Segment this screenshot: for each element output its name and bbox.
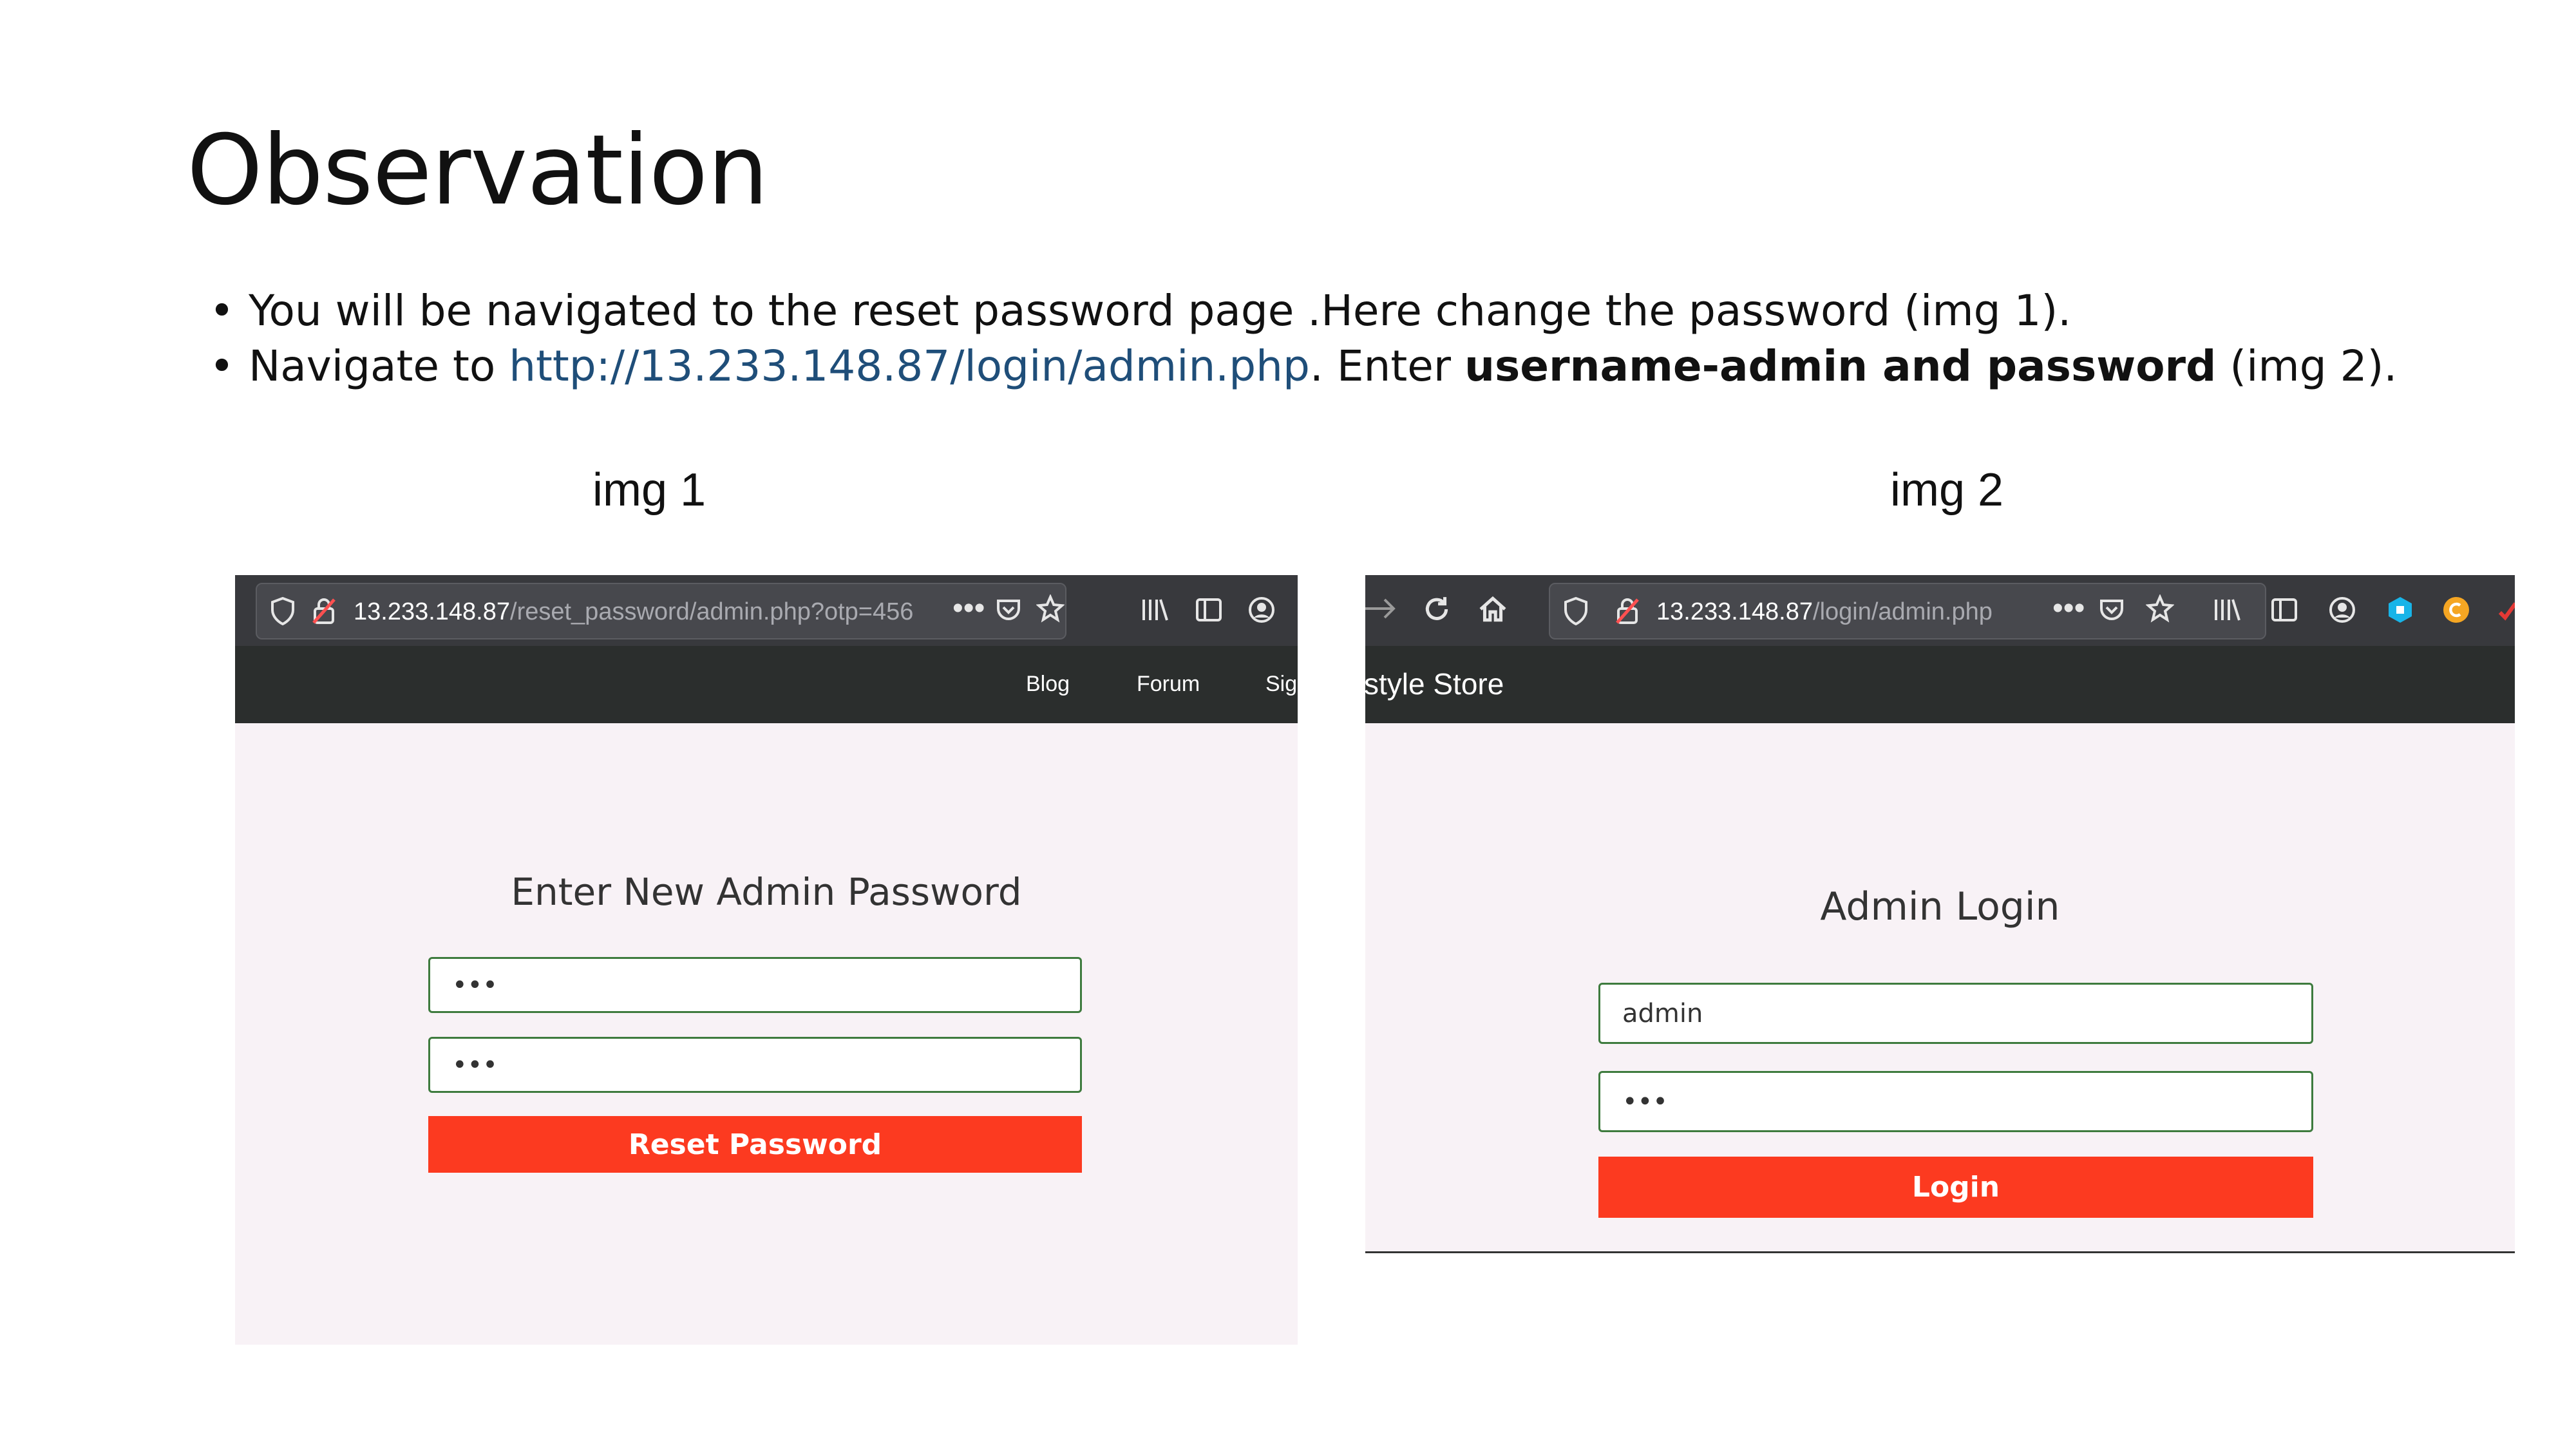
bullet-2-suffix: (img 2). (2216, 341, 2398, 391)
login-button[interactable]: Login (1598, 1157, 2313, 1218)
account-icon[interactable] (1247, 596, 1276, 629)
reload-icon[interactable] (1422, 594, 1452, 629)
more-icon[interactable]: ••• (952, 593, 985, 624)
bullet-item-2: Navigate to http://13.233.148.87/login/a… (209, 339, 2528, 394)
screenshot-img-1: 13.233.148.87/reset_password/admin.php?o… (235, 575, 1298, 1345)
library-icon[interactable] (1140, 596, 1170, 629)
confirm-password-input[interactable]: ••• (428, 1037, 1082, 1093)
extension-red-icon[interactable] (2497, 597, 2515, 630)
url-text: 13.233.148.87/reset_password/admin.php?o… (354, 598, 913, 626)
library-icon[interactable] (2212, 596, 2242, 629)
bullet-2-prefix: Navigate to (248, 341, 509, 391)
reset-password-button[interactable]: Reset Password (428, 1116, 1082, 1173)
address-bar[interactable]: 13.233.148.87/reset_password/admin.php?o… (256, 583, 1066, 639)
site-navbar: style Store (1365, 646, 2515, 723)
admin-login-link[interactable]: http://13.233.148.87/login/admin.php (509, 341, 1310, 391)
pocket-icon[interactable] (2098, 596, 2126, 629)
star-icon[interactable] (2145, 593, 2175, 627)
screenshot-img-2: 13.233.148.87/login/admin.php ••• style … (1365, 575, 2515, 1253)
caption-img-1: img 1 (592, 464, 706, 516)
browser-toolbar: 13.233.148.87/reset_password/admin.php?o… (235, 575, 1298, 647)
password-input[interactable]: ••• (1598, 1071, 2313, 1132)
slide-title: Observation (187, 115, 768, 227)
username-input[interactable]: admin (1598, 983, 2313, 1044)
bullet-1-text: You will be navigated to the reset passw… (248, 286, 2072, 336)
caption-img-2: img 2 (1890, 464, 2004, 516)
sidebar-icon[interactable] (2270, 596, 2298, 629)
bullet-list: You will be navigated to the reset passw… (209, 283, 2528, 394)
extension-orange-icon[interactable] (2442, 596, 2470, 629)
browser-toolbar: 13.233.148.87/login/admin.php ••• (1365, 575, 2515, 647)
url-text: 13.233.148.87/login/admin.php (1656, 598, 1993, 626)
account-icon[interactable] (2328, 596, 2356, 629)
more-icon[interactable]: ••• (2052, 593, 2085, 624)
nav-link-signin[interactable]: Sig (1265, 672, 1297, 697)
home-icon[interactable] (1478, 594, 1508, 629)
page-content: Enter New Admin Password ••• ••• Reset P… (235, 723, 1298, 1345)
form-heading: Admin Login (1820, 884, 2060, 929)
url-path: /login/admin.php (1813, 598, 1993, 625)
bullet-2-mid: . Enter (1309, 341, 1464, 391)
pocket-icon[interactable] (994, 596, 1023, 629)
site-navbar: Blog Forum Sig (235, 646, 1298, 723)
new-password-input[interactable]: ••• (428, 957, 1082, 1013)
form-heading: Enter New Admin Password (511, 870, 1022, 914)
insecure-lock-icon[interactable] (1615, 597, 1640, 630)
bullet-2-bold: username-admin and password (1464, 341, 2217, 391)
insecure-lock-icon[interactable] (311, 597, 337, 630)
extension-hex-icon[interactable] (2386, 596, 2414, 629)
page-content: Admin Login admin ••• Login (1365, 723, 2515, 1251)
url-host: 13.233.148.87 (1656, 598, 1814, 625)
forward-arrow-icon[interactable] (1365, 594, 1397, 627)
shield-icon[interactable] (1563, 596, 1589, 630)
url-host: 13.233.148.87 (354, 598, 511, 625)
bullet-item-1: You will be navigated to the reset passw… (209, 283, 2528, 339)
brand-name[interactable]: style Store (1365, 667, 1504, 701)
address-bar[interactable]: 13.233.148.87/login/admin.php ••• (1549, 583, 2266, 639)
nav-link-blog[interactable]: Blog (1026, 672, 1070, 697)
star-icon[interactable] (1036, 593, 1065, 627)
shield-icon[interactable] (270, 596, 296, 630)
sidebar-icon[interactable] (1195, 596, 1223, 629)
url-path: /reset_password/admin.php?otp=456 (510, 598, 914, 625)
nav-link-forum[interactable]: Forum (1137, 672, 1200, 697)
